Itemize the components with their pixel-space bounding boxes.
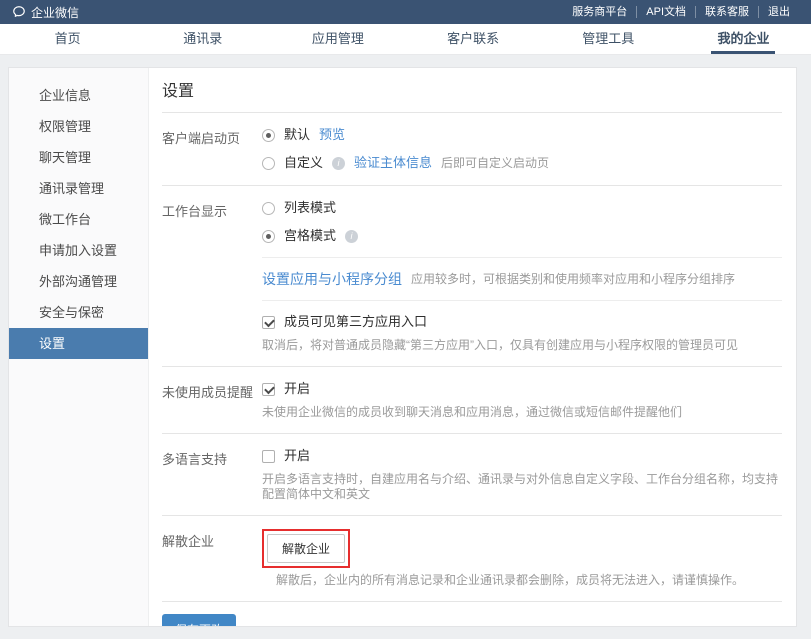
main-nav: 首页 通讯录 应用管理 客户联系 管理工具 我的企业 [0,24,811,55]
workbench-row: 工作台显示 列表模式 宫格模式 i 设置应用与小程序分组 应用较多时，可根据类别… [162,186,782,366]
third-party-visible-checkbox[interactable] [262,316,275,329]
dissolve-label: 解散企业 [162,529,262,588]
topbar-link-api-docs[interactable]: API文档 [636,6,695,18]
topbar-link-logout[interactable]: 退出 [758,6,799,18]
sidebar-item-permissions[interactable]: 权限管理 [9,111,148,142]
tab-apps[interactable]: 应用管理 [270,24,405,54]
multilang-checkbox[interactable] [262,450,275,463]
sidebar-item-contacts-management[interactable]: 通讯录管理 [9,173,148,204]
page-title: 设置 [162,82,782,101]
custom-radio[interactable] [262,157,275,170]
info-icon: i [345,230,358,243]
tab-my-company[interactable]: 我的企业 [676,24,811,54]
inner-divider [262,257,782,258]
dissolve-row: 解散企业 解散企业 解散后，企业内的所有消息记录和企业通讯录都会删除，成员将无法… [162,516,782,601]
wework-logo-icon [12,5,26,19]
dissolve-company-button[interactable]: 解散企业 [267,534,345,563]
topbar-link-support[interactable]: 联系客服 [695,6,758,18]
info-icon: i [332,157,345,170]
tab-tools[interactable]: 管理工具 [541,24,676,54]
list-mode-radio[interactable] [262,202,275,215]
sidebar: 企业信息 权限管理 聊天管理 通讯录管理 微工作台 申请加入设置 外部沟通管理 … [9,68,149,626]
topbar-links: 服务商平台 API文档 联系客服 退出 [563,6,799,18]
verify-identity-link[interactable]: 验证主体信息 [354,154,432,172]
sidebar-item-join-settings[interactable]: 申请加入设置 [9,235,148,266]
red-highlight-annotation: 解散企业 [262,529,350,568]
workbench-label: 工作台显示 [162,199,262,353]
sidebar-item-settings[interactable]: 设置 [9,328,148,359]
app-grouping-link[interactable]: 设置应用与小程序分组 [262,270,402,288]
grid-mode-radio[interactable] [262,230,275,243]
list-mode-label: 列表模式 [284,199,336,217]
unused-reminder-row: 未使用成员提醒 开启 未使用企业微信的成员收到聊天消息和应用消息，通过微信或短信… [162,367,782,433]
multilang-toggle-label: 开启 [284,447,310,465]
verify-suffix-text: 后即可自定义启动页 [441,154,549,172]
third-party-visible-label: 成员可见第三方应用入口 [284,313,427,331]
multilang-row: 多语言支持 开启 开启多语言支持时，自建应用名与介绍、通讯录与对外信息自定义字段… [162,434,782,515]
unused-reminder-checkbox[interactable] [262,383,275,396]
multilang-desc: 开启多语言支持时，自建应用名与介绍、通讯录与对外信息自定义字段、工作台分组名称，… [262,472,782,502]
client-launch-label: 客户端启动页 [162,126,262,172]
topbar: 企业微信 服务商平台 API文档 联系客服 退出 [0,0,811,24]
custom-option-label: 自定义 [284,154,323,172]
inner-divider [262,300,782,301]
save-area: 保存更改 [162,602,782,627]
topbar-link-provider[interactable]: 服务商平台 [563,6,636,18]
settings-content: 设置 客户端启动页 默认 预览 自定义 i 验证主体信息 后即可自定义启动页 [149,68,796,626]
settings-panel: 企业信息 权限管理 聊天管理 通讯录管理 微工作台 申请加入设置 外部沟通管理 … [8,67,797,627]
sidebar-item-external-comm[interactable]: 外部沟通管理 [9,266,148,297]
app-grouping-desc: 应用较多时，可根据类别和使用频率对应用和小程序分组排序 [411,270,735,288]
multilang-label: 多语言支持 [162,447,262,502]
third-party-visible-desc: 取消后，将对普通成员隐藏“第三方应用”入口，仅具有创建应用与小程序权限的管理员可… [262,338,782,353]
grid-mode-label: 宫格模式 [284,227,336,245]
tab-home[interactable]: 首页 [0,24,135,54]
preview-link[interactable]: 预览 [319,126,345,144]
dissolve-desc: 解散后，企业内的所有消息记录和企业通讯录都会删除，成员将无法进入，请谨慎操作。 [276,573,782,588]
tab-customer[interactable]: 客户联系 [406,24,541,54]
brand-title: 企业微信 [31,4,79,21]
sidebar-item-company-info[interactable]: 企业信息 [9,80,148,111]
default-radio[interactable] [262,129,275,142]
unused-reminder-label: 未使用成员提醒 [162,380,262,420]
sidebar-item-security[interactable]: 安全与保密 [9,297,148,328]
save-changes-button[interactable]: 保存更改 [162,614,236,627]
default-option-label: 默认 [284,126,310,144]
unused-reminder-desc: 未使用企业微信的成员收到聊天消息和应用消息，通过微信或短信邮件提醒他们 [262,405,782,420]
brand: 企业微信 [12,4,79,21]
sidebar-item-chat-management[interactable]: 聊天管理 [9,142,148,173]
unused-reminder-toggle-label: 开启 [284,380,310,398]
sidebar-item-workbench[interactable]: 微工作台 [9,204,148,235]
client-launch-row: 客户端启动页 默认 预览 自定义 i 验证主体信息 后即可自定义启动页 [162,113,782,185]
tab-contacts[interactable]: 通讯录 [135,24,270,54]
